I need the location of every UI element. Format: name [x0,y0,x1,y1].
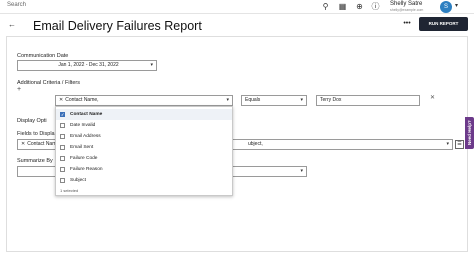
criteria-field-dropdown: ✓ Contact Name Date Invalid Email Addres… [55,106,233,196]
chevron-down-icon: ▾ [446,141,449,147]
checkbox-icon[interactable] [60,178,65,183]
fields-tail-text: ubject, [248,141,263,147]
top-navigation-bar: Search ⚲ ▦ ⊕ ⓘ Shelly Satre shelly@examp… [0,0,474,14]
operator-value: Equals [245,97,261,103]
chevron-down-icon[interactable]: ▾ [455,2,458,9]
remove-chip-icon[interactable]: ✕ [59,97,63,103]
fields-to-display-label: Fields to Displa [17,131,55,137]
communication-date-label: Communication Date [17,53,69,59]
dropdown-option[interactable]: Subject [56,175,232,186]
user-subtitle: shelly@example.com [390,8,424,12]
date-range-value: Jan 1, 2022 - Dec 31, 2022 [58,62,119,68]
user-menu[interactable]: Shelly Satre shelly@example.com [390,1,423,12]
criteria-value: Terry Dox [320,97,342,103]
dropdown-option[interactable]: Date Invalid [56,120,232,131]
global-search[interactable]: Search [7,2,26,8]
back-arrow-icon[interactable]: ← [8,20,16,29]
chevron-down-icon: ▾ [300,168,303,174]
add-criteria-icon[interactable]: + [17,86,21,93]
remove-chip-icon[interactable]: ✕ [21,141,25,147]
user-name: Shelly Satre [390,1,423,7]
criteria-field-chip: Contact Name, [65,97,99,103]
dropdown-option[interactable]: ✓ Contact Name [56,109,232,120]
summarize-by-label: Summarize By [17,158,53,164]
criteria-field-select[interactable]: ✕ Contact Name, ▾ [55,95,233,106]
checkbox-icon[interactable] [60,156,65,161]
dropdown-option[interactable]: Failure Code [56,153,232,164]
chevron-down-icon: ▾ [226,97,229,103]
help-icon[interactable]: ⓘ [370,1,381,12]
more-options-button[interactable]: ••• [400,19,414,31]
dropdown-option[interactable]: Email Address [56,131,232,142]
need-help-tab[interactable]: Need Help? [465,117,474,149]
grid-icon[interactable]: ▦ [337,1,348,12]
list-icon[interactable]: ☰ [455,140,464,149]
criteria-label: Additional Criteria / Filters [17,80,80,86]
page-title: Email Delivery Failures Report [33,19,202,33]
run-report-button[interactable]: RUN REPORT [419,17,468,31]
selected-count: 1 selected [60,188,79,193]
communication-date-select[interactable]: Jan 1, 2022 - Dec 31, 2022 ▾ [17,60,157,71]
search-icon[interactable]: ⚲ [320,1,331,12]
fields-chip: Contact Nam [27,141,57,147]
checkbox-icon[interactable] [60,167,65,172]
operator-select[interactable]: Equals ▾ [241,95,307,106]
display-options-label: Display Opti [17,118,47,124]
checkbox-icon[interactable] [60,145,65,150]
checkbox-icon[interactable] [60,123,65,128]
plus-circle-icon[interactable]: ⊕ [354,1,365,12]
dropdown-option[interactable]: Email Sent [56,142,232,153]
checkbox-checked-icon[interactable]: ✓ [60,112,65,117]
remove-criteria-icon[interactable]: ✕ [430,94,435,101]
checkbox-icon[interactable] [60,134,65,139]
chevron-down-icon: ▾ [300,97,303,103]
chevron-down-icon: ▾ [150,62,153,68]
avatar[interactable]: S [440,1,452,13]
dropdown-option[interactable]: Failure Reason [56,164,232,175]
criteria-value-input[interactable]: Terry Dox [316,95,420,106]
